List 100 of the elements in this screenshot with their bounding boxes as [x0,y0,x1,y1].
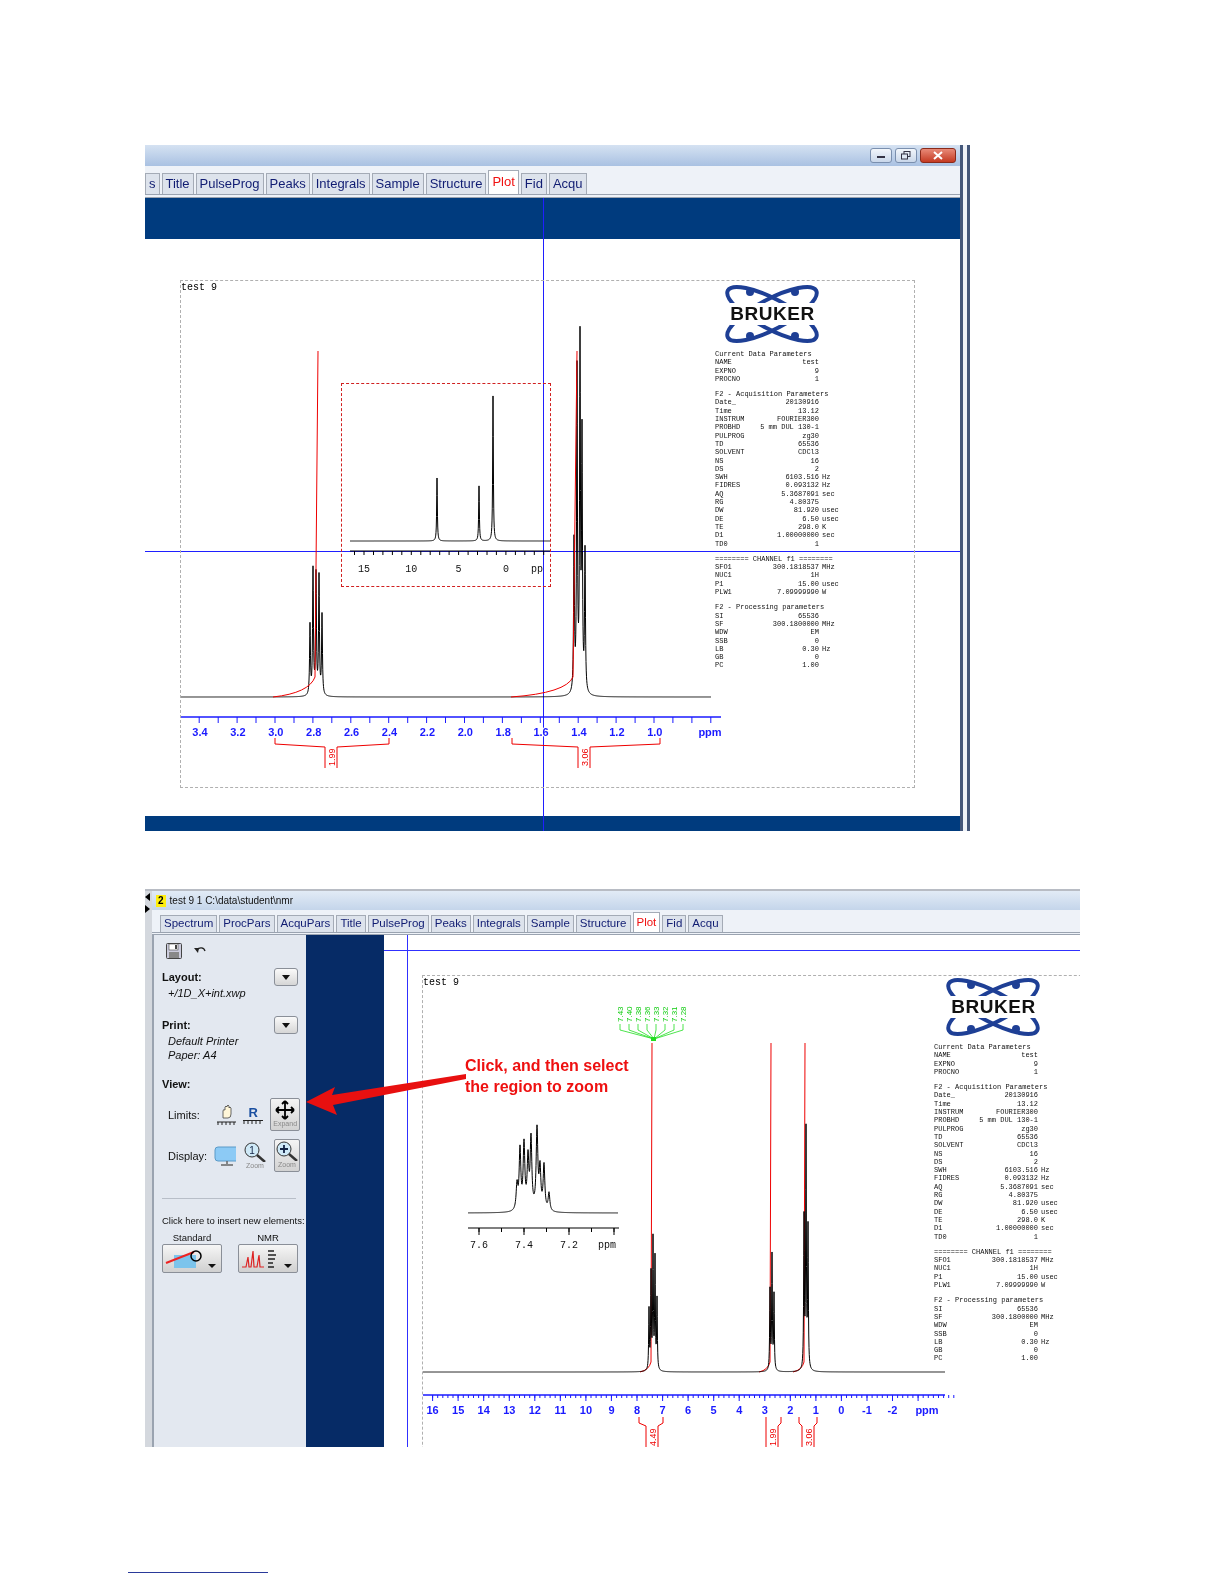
axis-label: 1.0 [647,726,663,738]
tab[interactable]: Acqu [548,173,587,194]
integral-value: 4.49 [648,1428,658,1446]
tab[interactable]: Structure [425,173,487,194]
monitor-icon[interactable] [214,1145,236,1166]
tab[interactable]: Integrals [472,915,525,932]
axis-unit-label: ppm [915,1404,939,1416]
tab[interactable]: Acqu [688,915,723,932]
caret-icon [282,1022,290,1028]
integral-bracket [638,1416,664,1447]
peak-label: 7.36 [643,1006,652,1022]
integral-value: 3.06 [804,1428,814,1446]
axis-label: -1 [862,1404,872,1416]
tab[interactable]: Fid [520,173,547,194]
axis-label: 6 [685,1404,692,1416]
annotation-text: Click, and then select the region to zoom [465,1056,629,1097]
tab[interactable]: Title [161,173,194,194]
axis-unit-label: pp [531,564,543,575]
axis-label: 2.0 [457,726,473,738]
tab[interactable]: PulseProg [367,915,429,932]
dropdown-button[interactable] [274,968,298,986]
printer-info: Default Printer [168,1034,240,1048]
save-icon[interactable] [166,943,182,959]
insert-standard-button[interactable] [162,1244,222,1273]
peak-label: 7.40 [625,1006,634,1022]
tab[interactable]: s [145,173,160,194]
axis-unit-label: ppm [698,726,722,738]
tab[interactable]: ProcPars [219,915,275,932]
axis-label: 4 [736,1404,743,1416]
peak-label: 7.32 [661,1006,670,1022]
axis-label: 12 [528,1404,541,1416]
peak-label: 7.28 [679,1006,688,1022]
axis-label: 2.4 [381,726,398,738]
arrow-right-icon [145,905,150,913]
arrow-left-icon [145,893,150,901]
caret-icon [282,974,290,980]
tab[interactable]: Integrals [311,173,370,194]
peak-label: 7.38 [634,1006,643,1022]
axis-unit-label: ppm [598,1240,616,1251]
axis-label: 1.4 [571,726,587,738]
dropdown-button[interactable] [274,1016,298,1034]
plot-title: test 9 [181,282,217,293]
limits-label: Limits: [168,1108,201,1121]
tab[interactable]: Sample [371,173,424,194]
tab[interactable]: Fid [662,915,687,932]
tab[interactable]: PulseProg [195,173,264,194]
minimize-button[interactable] [870,148,892,163]
axis-label: 14 [477,1404,490,1416]
axis-label: 5 [710,1404,717,1416]
axis-label: 0 [838,1404,845,1416]
axis-label: 9 [608,1404,615,1416]
integral-value: 1.99 [768,1428,778,1446]
tab[interactable]: Structure [575,915,631,932]
axis-label: -2 [887,1404,898,1416]
axis-label: 2.6 [343,726,360,738]
ruler-icon [243,1119,264,1124]
axis-label: 2.8 [306,726,322,738]
peak-label-leaders [619,1023,684,1041]
close-icon [933,151,943,160]
window-title: test 9 1 C:\data\student\nmr [169,895,293,906]
close-button[interactable] [920,148,956,163]
integral-value: 3.06 [580,748,590,766]
restore-icon [901,151,911,160]
window-number-badge: 2 [156,894,166,907]
peak-label: 7.43 [616,1006,625,1022]
restore-button[interactable] [895,148,917,163]
view-label: View: [162,1078,192,1090]
axis-label: 3.0 [268,726,284,738]
axis-label: 15 [452,1404,465,1416]
axis-label: 10 [405,564,418,575]
axis-label: 2.2 [419,726,436,738]
peak-label: 7.31 [670,1006,679,1022]
tab[interactable]: AcquPars [276,915,335,932]
tab[interactable]: Spectrum [160,915,218,932]
insert-category-label: NMR [257,1232,279,1243]
tab[interactable]: Peaks [430,915,471,932]
axis-label: 11 [554,1404,567,1416]
display-label: Display: [168,1149,208,1162]
axis-label: 10 [579,1404,593,1416]
axis-label: 16 [426,1404,439,1416]
axis-label: 3 [761,1404,768,1416]
axis-label: 13 [503,1404,516,1416]
tab[interactable]: Peaks [265,173,310,194]
axis-label: 7.2 [560,1240,578,1251]
tab[interactable]: Plot [632,912,661,932]
plot-title: test 9 [423,977,459,988]
axis-label: 1.8 [495,726,511,738]
logo-text: BRUKER [950,996,1037,1018]
layout-label: Layout: [162,971,202,983]
hand-ruler-icon[interactable] [216,1103,237,1126]
tab[interactable]: Plot [488,170,519,194]
tab[interactable]: Sample [526,915,574,932]
integral-value: 1.99 [327,748,337,766]
peak-label: 7.33 [652,1006,661,1022]
insert-nmr-button[interactable] [238,1244,298,1273]
axis-label: 15 [358,564,370,575]
reset-limits-button[interactable]: R [243,1105,264,1124]
axis-label: 0 [502,564,509,575]
axis-label: 1 [812,1404,819,1416]
tab[interactable]: Title [336,915,366,932]
